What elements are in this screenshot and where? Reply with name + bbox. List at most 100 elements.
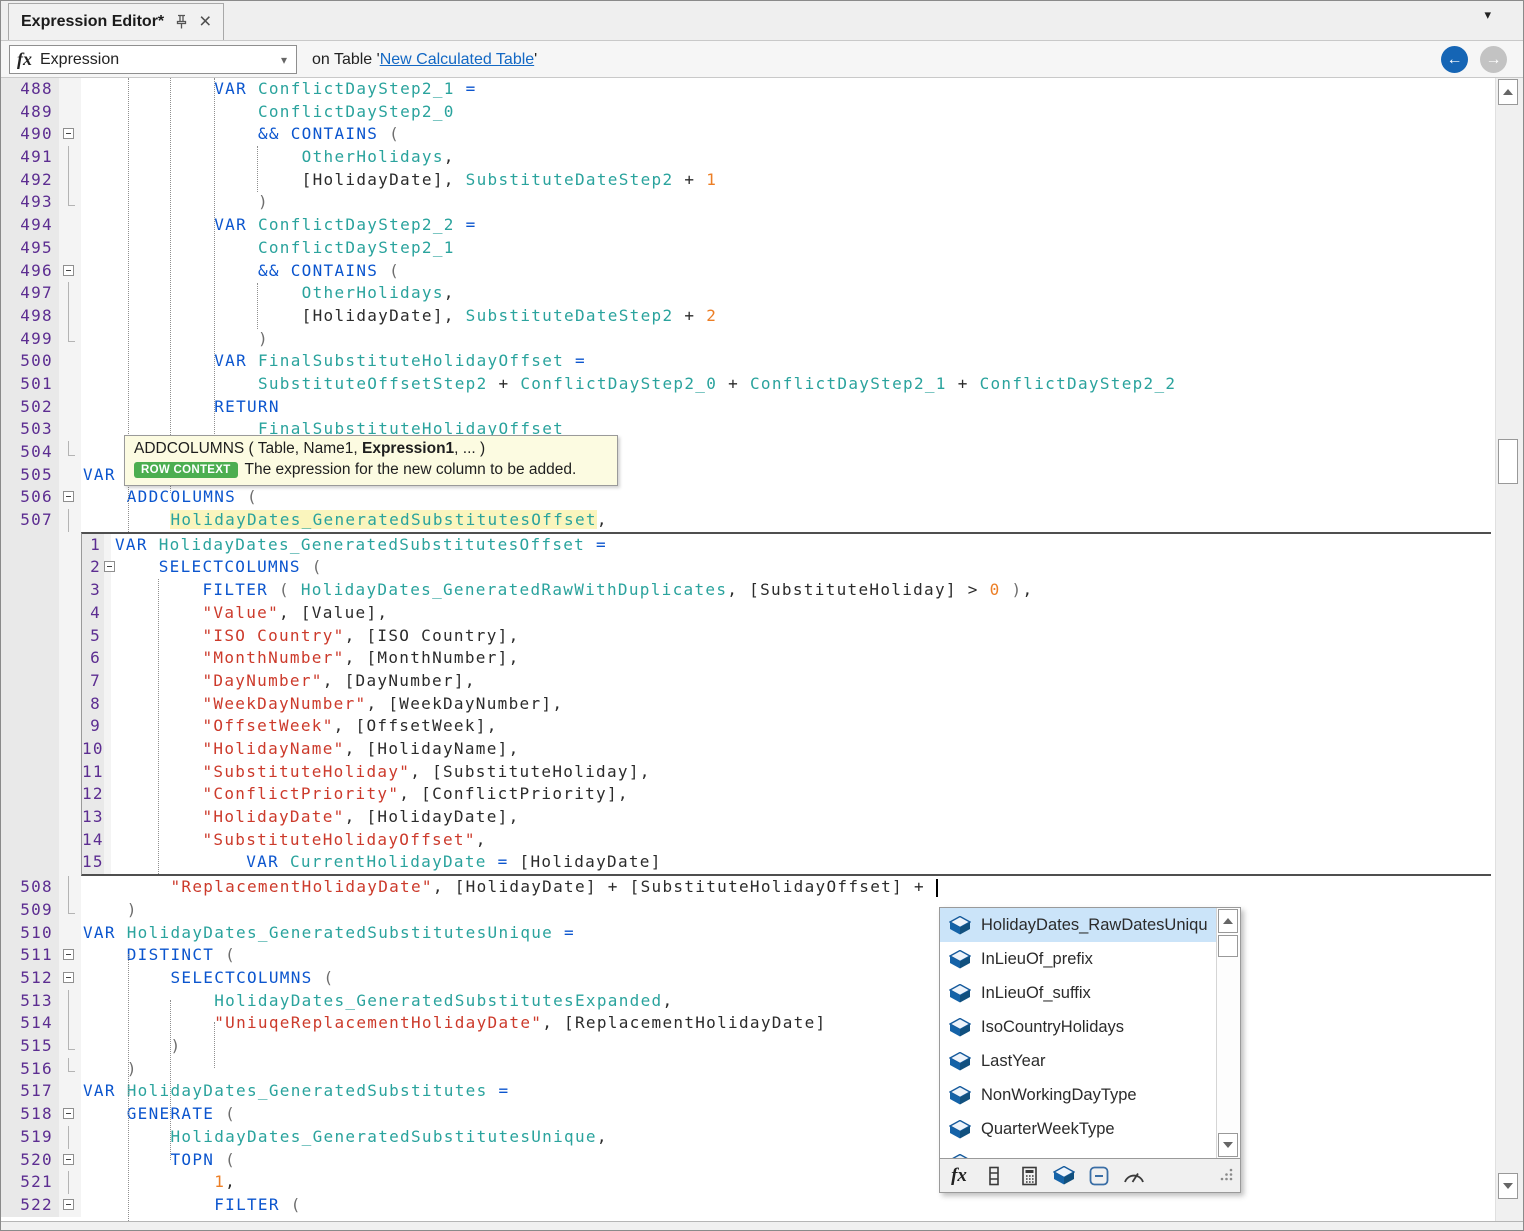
autocomplete-item[interactable]: NonWorkingDayType (940, 1078, 1240, 1112)
code-line[interactable]: 12 "ConflictPriority", [ConflictPriority… (82, 783, 1491, 806)
autocomplete-scrollbar[interactable] (1216, 908, 1240, 1158)
code-text[interactable]: VAR CurrentHolidayDate = [HolidayDate] (111, 851, 1491, 874)
line-number[interactable]: 520 (1, 1149, 59, 1172)
line-number[interactable]: 2 (82, 556, 104, 579)
code-line[interactable]: 517VAR HolidayDates_GeneratedSubstitutes… (1, 1080, 1495, 1103)
code-line[interactable]: 514 "UniuqeReplacementHolidayDate", [Rep… (1, 1012, 1495, 1035)
line-number[interactable]: 11 (82, 761, 104, 784)
code-line[interactable]: 507 HolidayDates_GeneratedSubstitutesOff… (1, 509, 1495, 532)
code-line[interactable]: 492 [HolidayDate], SubstituteDateStep2 +… (1, 169, 1495, 192)
table-link[interactable]: New Calculated Table (380, 51, 534, 69)
line-number[interactable]: 12 (82, 783, 104, 806)
scroll-up-button[interactable] (1498, 79, 1518, 105)
line-number[interactable]: 9 (82, 715, 104, 738)
code-line[interactable]: 10 "HolidayName", [HolidayName], (82, 738, 1491, 761)
line-number[interactable]: 521 (1, 1171, 59, 1194)
code-text[interactable]: "Value", [Value], (111, 602, 1491, 625)
code-line[interactable]: 489 ConflictDayStep2_0 (1, 101, 1495, 124)
scroll-down-button[interactable] (1498, 1173, 1518, 1199)
line-number[interactable]: 491 (1, 146, 59, 169)
code-text[interactable]: SELECTCOLUMNS ( (111, 556, 1491, 579)
autocomplete-item[interactable]: LastYear (940, 1044, 1240, 1078)
fold-collapse-icon[interactable] (59, 260, 81, 283)
pin-icon[interactable] (174, 14, 189, 30)
autocomplete-item[interactable]: HolidayDates_RawDatesUniqu (940, 908, 1240, 942)
kpi-filter-button[interactable] (1123, 1164, 1145, 1188)
code-text[interactable]: VAR ConflictDayStep2_2 = (81, 214, 1495, 237)
line-number[interactable]: 500 (1, 350, 59, 373)
code-line[interactable]: 491 OtherHolidays, (1, 146, 1495, 169)
line-number[interactable]: 7 (82, 670, 104, 693)
code-line[interactable]: 509 ) (1, 899, 1495, 922)
code-text[interactable]: TOPN ( (81, 1149, 1495, 1172)
scroll-up-button[interactable] (1218, 909, 1238, 933)
line-number[interactable]: 492 (1, 169, 59, 192)
line-number[interactable]: 3 (82, 579, 104, 602)
fold-collapse-icon[interactable] (59, 944, 81, 967)
code-line[interactable]: 513 HolidayDates_GeneratedSubstitutesExp… (1, 990, 1495, 1013)
code-text[interactable]: "WeekDayNumber", [WeekDayNumber], (111, 693, 1491, 716)
code-line[interactable]: 5 "ISO Country", [ISO Country], (82, 625, 1491, 648)
line-number[interactable]: 496 (1, 260, 59, 283)
autocomplete-item[interactable]: IsoCountryHolidays (940, 1010, 1240, 1044)
editor-scrollbar[interactable] (1495, 78, 1519, 1223)
fold-collapse-icon[interactable] (59, 1149, 81, 1172)
code-line[interactable]: 499 ) (1, 328, 1495, 351)
line-number[interactable]: 515 (1, 1035, 59, 1058)
code-line[interactable]: 502 RETURN (1, 396, 1495, 419)
line-number[interactable]: 489 (1, 101, 59, 124)
code-text[interactable]: ConflictDayStep2_0 (81, 101, 1495, 124)
code-line[interactable]: 497 OtherHolidays, (1, 282, 1495, 305)
code-text[interactable]: ADDCOLUMNS ( (81, 486, 1495, 509)
code-text[interactable]: VAR FinalSubstituteHolidayOffset = (81, 350, 1495, 373)
line-number[interactable]: 511 (1, 944, 59, 967)
tables-filter-button[interactable] (1053, 1164, 1075, 1188)
code-line[interactable]: 496 && CONTAINS ( (1, 260, 1495, 283)
code-text[interactable]: "ReplacementHolidayDate", [HolidayDate] … (81, 876, 1495, 899)
fold-collapse-icon[interactable] (59, 1103, 81, 1126)
line-number[interactable]: 488 (1, 78, 59, 101)
code-line[interactable]: 490 && CONTAINS ( (1, 123, 1495, 146)
code-text[interactable]: ) (81, 328, 1495, 351)
code-text[interactable]: "SubstituteHolidayOffset", (111, 829, 1491, 852)
code-text[interactable]: "HolidayName", [HolidayName], (111, 738, 1491, 761)
autocomplete-item[interactable]: InLieuOf_prefix (940, 942, 1240, 976)
line-number[interactable]: 506 (1, 486, 59, 509)
expression-selector[interactable]: fx Expression ▾ (9, 45, 297, 74)
code-text[interactable]: && CONTAINS ( (81, 123, 1495, 146)
functions-filter-button[interactable]: fx (948, 1164, 970, 1188)
code-line[interactable]: 515 ) (1, 1035, 1495, 1058)
line-number[interactable]: 519 (1, 1126, 59, 1149)
close-icon[interactable]: × (199, 14, 211, 30)
code-text[interactable]: "DayNumber", [DayNumber], (111, 670, 1491, 693)
code-line[interactable]: 494 VAR ConflictDayStep2_2 = (1, 214, 1495, 237)
line-number[interactable]: 510 (1, 922, 59, 945)
line-number[interactable]: 498 (1, 305, 59, 328)
line-number[interactable]: 501 (1, 373, 59, 396)
line-number[interactable]: 493 (1, 191, 59, 214)
line-number[interactable]: 14 (82, 829, 104, 852)
code-line[interactable]: 512 SELECTCOLUMNS ( (1, 967, 1495, 990)
code-text[interactable]: && CONTAINS ( (81, 260, 1495, 283)
code-text[interactable]: DISTINCT ( (81, 944, 1495, 967)
code-line[interactable]: 9 "OffsetWeek", [OffsetWeek], (82, 715, 1491, 738)
fold-collapse-icon[interactable] (104, 556, 111, 579)
line-number[interactable]: 512 (1, 967, 59, 990)
code-line[interactable]: 8 "WeekDayNumber", [WeekDayNumber], (82, 693, 1491, 716)
code-text[interactable]: HolidayDates_GeneratedSubstitutesExpande… (81, 990, 1495, 1013)
code-line[interactable]: 495 ConflictDayStep2_1 (1, 237, 1495, 260)
code-line[interactable]: 488 VAR ConflictDayStep2_1 = (1, 78, 1495, 101)
window-menu-caret-icon[interactable]: ▾ (1484, 7, 1491, 23)
code-line[interactable]: 506 ADDCOLUMNS ( (1, 486, 1495, 509)
code-text[interactable]: FILTER ( HolidayDates_GeneratedRawWithDu… (111, 579, 1491, 602)
code-text[interactable]: OtherHolidays, (81, 282, 1495, 305)
line-number[interactable]: 503 (1, 418, 59, 441)
line-number[interactable]: 495 (1, 237, 59, 260)
code-text[interactable]: ) (81, 899, 1495, 922)
code-line[interactable]: 498 [HolidayDate], SubstituteDateStep2 +… (1, 305, 1495, 328)
code-line[interactable]: 7 "DayNumber", [DayNumber], (82, 670, 1491, 693)
code-line[interactable]: 1VAR HolidayDates_GeneratedSubstitutesOf… (82, 534, 1491, 557)
code-line[interactable]: 518 GENERATE ( (1, 1103, 1495, 1126)
code-line[interactable]: 519 HolidayDates_GeneratedSubstitutesUni… (1, 1126, 1495, 1149)
code-line[interactable]: 11 "SubstituteHoliday", [SubstituteHolid… (82, 761, 1491, 784)
